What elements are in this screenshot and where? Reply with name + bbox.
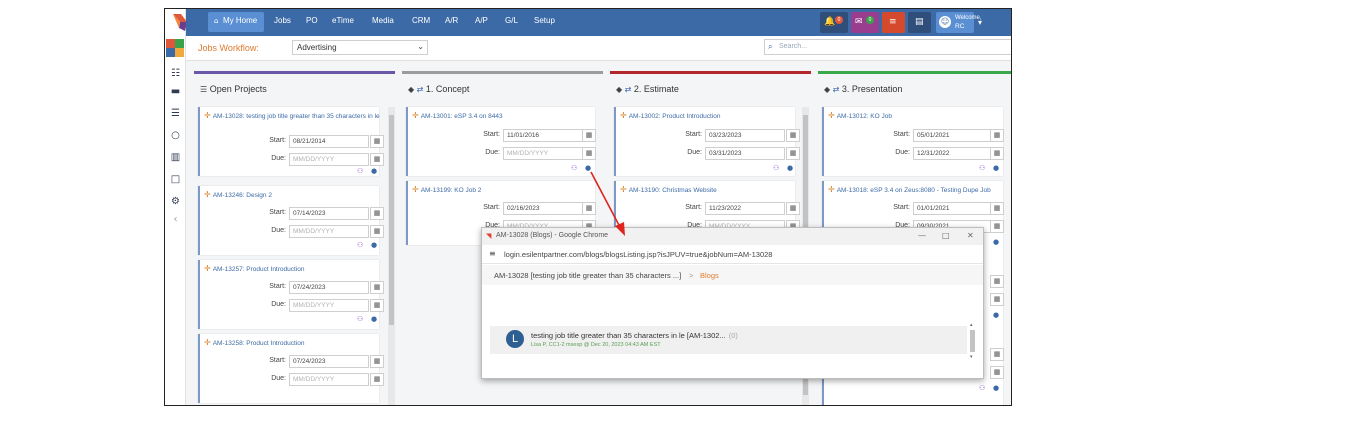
annotation-arrow-icon [590,171,625,236]
